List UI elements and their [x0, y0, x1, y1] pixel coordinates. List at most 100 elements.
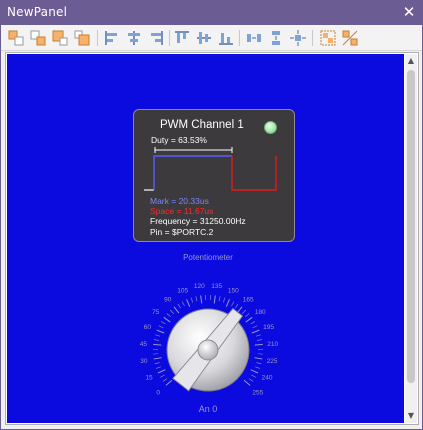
dial-tick: [162, 378, 168, 382]
pwm-waveform: [144, 147, 277, 191]
dial-tick: [218, 296, 221, 302]
align-middle-icon[interactable]: [195, 29, 213, 47]
dial-tick: [166, 313, 171, 318]
align-right-icon[interactable]: [147, 29, 165, 47]
dial-tick: [252, 325, 258, 329]
scroll-up-icon[interactable]: ▲: [405, 55, 417, 67]
toolbar-separator: [239, 30, 240, 46]
dial-tick: [177, 303, 181, 309]
dial-tick: [243, 379, 251, 386]
dial-tick: [245, 313, 250, 318]
dial-tick: [155, 334, 161, 337]
dial-scale-label: 165: [243, 296, 254, 303]
toolbar-separator: [312, 30, 313, 46]
send-backward-icon[interactable]: [73, 29, 91, 47]
waveform-space: [231, 156, 277, 191]
pwm-mark: Mark = 20.33us: [150, 196, 209, 206]
dial-tick: [165, 379, 173, 386]
ungroup-icon[interactable]: [341, 29, 359, 47]
dial-tick: [154, 362, 160, 365]
dial-scale-label: 15: [145, 375, 153, 382]
canvas-frame: PWM Channel 1 Duty = 63.53% Mark = 20.33…: [5, 52, 419, 425]
dial-tick: [251, 374, 256, 378]
dial-scale-label: 255: [252, 389, 263, 396]
pwm-duty: Duty = 63.53%: [151, 135, 207, 145]
pwm-title: PWM Channel 1: [160, 119, 244, 131]
knob-cap: [197, 339, 219, 361]
dial-scale-label: 0: [156, 389, 160, 396]
dial-tick: [153, 357, 162, 360]
dial-tick: [245, 316, 253, 323]
dial-scale-label: 210: [267, 341, 278, 348]
pwm-frequency: Frequency = 31250.00Hz: [150, 216, 246, 226]
dial-scale-label: 105: [177, 288, 188, 295]
dial-tick: [248, 378, 254, 382]
dial-tick: [231, 301, 235, 307]
dial-tick: [160, 374, 165, 378]
close-icon[interactable]: ✕: [400, 2, 418, 22]
center-in-panel-icon[interactable]: [289, 29, 307, 47]
pwm-channel-widget[interactable]: PWM Channel 1 Duty = 63.53% Mark = 20.33…: [133, 109, 295, 242]
dial-tick: [213, 295, 216, 304]
dial-tick: [160, 321, 166, 325]
dial-tick: [254, 357, 263, 360]
dial-tick: [225, 299, 230, 307]
dial-scale-label: 30: [140, 358, 148, 365]
dial-tick: [173, 306, 180, 314]
dial-scale-label: 75: [152, 309, 160, 316]
dial-tick: [251, 329, 260, 334]
toolbar: [1, 25, 422, 51]
dial-tick: [200, 295, 203, 304]
dial-tick: [250, 321, 256, 325]
align-bottom-icon[interactable]: [217, 29, 235, 47]
potentiometer-knob[interactable]: 015 30 45 60 75 90 105 120 135 150 165180 195 210 225…: [127, 260, 289, 423]
dial-tick: [181, 301, 185, 307]
space-horizontal-icon[interactable]: [245, 29, 263, 47]
bring-to-front-icon[interactable]: [7, 29, 25, 47]
dial-tick: [153, 343, 162, 346]
dial-tick: [156, 329, 165, 334]
pwm-pin: Pin = $PORTC.2: [150, 227, 214, 237]
dial-tick: [190, 297, 193, 303]
dial-tick: [250, 369, 259, 374]
potentiometer-channel: An 0: [198, 404, 218, 414]
bring-forward-icon[interactable]: [51, 29, 69, 47]
dial-tick: [257, 339, 263, 341]
group-icon[interactable]: [319, 29, 337, 47]
dial-tick: [195, 296, 198, 302]
dial-tick: [223, 297, 226, 303]
dial-scale-label: 180: [255, 309, 266, 316]
dial-tick: [255, 334, 261, 337]
dial-tick: [242, 309, 246, 314]
dial-tick: [235, 303, 239, 309]
dial-scale-label: 195: [263, 324, 274, 331]
dial-tick: [157, 369, 166, 374]
pwm-space: Space = 11.67us: [150, 206, 214, 216]
space-vertical-icon[interactable]: [267, 29, 285, 47]
dial-scale-label: 60: [144, 324, 152, 331]
align-center-icon[interactable]: [125, 29, 143, 47]
dial-scale-label: 135: [211, 283, 222, 290]
window-title: NewPanel: [7, 5, 68, 19]
scroll-down-icon[interactable]: ▼: [405, 410, 417, 422]
dial-tick: [163, 316, 171, 323]
waveform-mark: [153, 155, 232, 190]
scrollbar-thumb[interactable]: [407, 70, 415, 383]
dial-tick: [254, 366, 260, 369]
dial-tick: [156, 366, 162, 369]
toolbar-separator: [97, 30, 98, 46]
dial-tick: [254, 343, 263, 346]
vertical-scrollbar[interactable]: ▲ ▼: [405, 54, 417, 423]
dial-scale-label: 90: [164, 296, 172, 303]
dial-tick: [158, 325, 164, 329]
align-top-icon[interactable]: [173, 29, 191, 47]
dial-scale-label: 240: [262, 375, 273, 382]
panel-canvas[interactable]: PWM Channel 1 Duty = 63.53% Mark = 20.33…: [7, 54, 404, 423]
send-to-back-icon[interactable]: [29, 29, 47, 47]
toolbar-separator: [169, 30, 170, 46]
align-left-icon[interactable]: [103, 29, 121, 47]
dial-tick: [186, 299, 191, 307]
title-bar[interactable]: NewPanel ✕: [1, 1, 422, 25]
status-led-icon: [264, 121, 277, 134]
dial-scale-label: 150: [228, 288, 239, 295]
